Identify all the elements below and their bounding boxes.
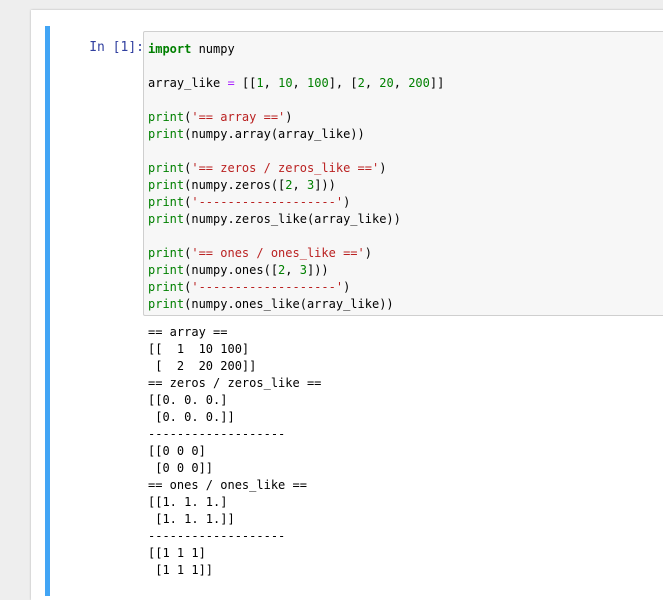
output-line: ------------------- — [148, 529, 286, 543]
output-line: [1. 1. 1.]] — [148, 512, 235, 526]
code-token: print — [148, 280, 185, 294]
code-token: ) — [379, 161, 387, 175]
code-token: 100 — [307, 76, 329, 90]
code-token: '-------------------' — [191, 280, 344, 294]
code-editor[interactable]: import numpy array_like = [[1, 10, 100], … — [144, 32, 663, 313]
code-line: print(numpy.ones_like(array_like)) — [148, 296, 663, 313]
code-line: print('-------------------') — [148, 194, 663, 211]
code-token: (numpy.ones_like(array_like)) — [184, 297, 394, 311]
code-token: = — [227, 76, 235, 90]
code-token: 10 — [278, 76, 293, 90]
code-token: print — [148, 195, 185, 209]
code-token: import — [148, 42, 192, 56]
code-token: numpy — [191, 42, 235, 56]
code-token: print — [148, 161, 185, 175]
code-token: ) — [343, 280, 351, 294]
code-token: ])) — [314, 178, 336, 192]
code-cell[interactable]: In [1]: import numpy array_like = [[1, 10… — [45, 26, 663, 596]
code-line: print(numpy.ones([2, 3])) — [148, 262, 663, 279]
input-prompt: In [1]: — [89, 40, 144, 55]
code-token: print — [148, 178, 185, 192]
code-token: 200 — [408, 76, 430, 90]
code-token: [[ — [234, 76, 257, 90]
code-line: import numpy — [148, 41, 663, 58]
output-line: [1 1 1]] — [148, 563, 214, 577]
code-token: print — [148, 246, 185, 260]
output-area: == array == [[ 1 10 100] [ 2 20 200]] == z… — [148, 324, 663, 579]
code-token: , — [285, 263, 300, 277]
output-line: [[ 1 10 100] — [148, 342, 250, 356]
output-line: [0 0 0]] — [148, 461, 214, 475]
code-line: array_like = [[1, 10, 100], [2, 20, 200]… — [148, 75, 663, 92]
output-line: ------------------- — [148, 427, 286, 441]
code-token: 2 — [285, 178, 293, 192]
notebook-page: In [1]: import numpy array_like = [[1, 10… — [31, 10, 663, 600]
code-token: '== ones / ones_like ==' — [191, 246, 365, 260]
code-line: print('-------------------') — [148, 279, 663, 296]
code-input-area[interactable]: import numpy array_like = [[1, 10, 100], … — [143, 31, 663, 316]
code-token: ])) — [306, 263, 329, 277]
code-line: print('== array ==') — [148, 109, 663, 126]
code-token: '-------------------' — [191, 195, 344, 209]
code-token: (numpy.array(array_like)) — [184, 127, 365, 141]
code-token: (numpy.zeros([ — [184, 178, 286, 192]
code-line: print('== zeros / zeros_like ==') — [148, 160, 663, 177]
output-line: [ 2 20 200]] — [148, 359, 257, 373]
code-token: ) — [343, 195, 351, 209]
code-token: 2 — [357, 76, 365, 90]
code-line: print(numpy.zeros([2, 3])) — [148, 177, 663, 194]
code-token: print — [148, 110, 185, 124]
code-token: , — [364, 76, 380, 90]
code-line: print(numpy.array(array_like)) — [148, 126, 663, 143]
code-line: print(numpy.zeros_like(array_like)) — [148, 211, 663, 228]
code-token: print — [148, 127, 185, 141]
output-text: == array == [[ 1 10 100] [ 2 20 200]] == z… — [148, 324, 663, 579]
code-line: print('== ones / ones_like ==') — [148, 245, 663, 262]
code-token: , — [393, 76, 409, 90]
code-token: (numpy.zeros_like(array_like)) — [184, 212, 401, 226]
code-token: '== zeros / zeros_like ==' — [191, 161, 380, 175]
code-token: array_like — [148, 76, 228, 90]
code-token: 3 — [299, 263, 307, 277]
code-token: , — [292, 76, 307, 90]
output-line: [0. 0. 0.]] — [148, 410, 235, 424]
code-token: '== array ==' — [191, 110, 286, 124]
code-token: 20 — [379, 76, 394, 90]
output-line: [[1 1 1] — [148, 546, 206, 560]
code-token: print — [148, 212, 185, 226]
code-token: ]] — [429, 76, 445, 90]
code-token: , — [292, 178, 307, 192]
output-line: == zeros / zeros_like == — [148, 376, 322, 390]
code-token: ) — [364, 246, 372, 260]
output-line: [[0. 0. 0.] — [148, 393, 228, 407]
code-token: 1 — [256, 76, 264, 90]
output-line: == ones / ones_like == — [148, 478, 307, 492]
output-line: [[1. 1. 1.] — [148, 495, 228, 509]
code-token: print — [148, 263, 185, 277]
output-line: == array == — [148, 325, 228, 339]
code-token: ], [ — [328, 76, 358, 90]
code-token: , — [263, 76, 279, 90]
code-token: ) — [285, 110, 293, 124]
code-token: (numpy.ones([ — [184, 263, 279, 277]
code-token: print — [148, 297, 185, 311]
output-line: [[0 0 0] — [148, 444, 206, 458]
